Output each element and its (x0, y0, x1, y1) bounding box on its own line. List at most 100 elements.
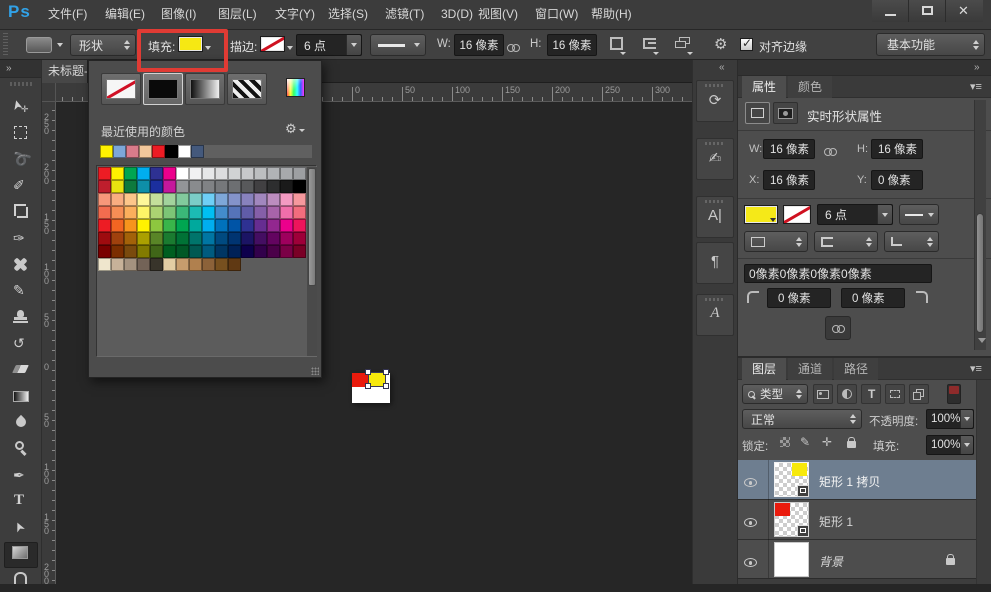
color-swatch[interactable] (137, 232, 150, 245)
color-swatch[interactable] (189, 167, 202, 180)
color-swatch[interactable] (176, 245, 189, 258)
menu-item-1[interactable]: 文件(F) (48, 0, 87, 29)
stroke-style-dropdown[interactable] (370, 34, 426, 56)
color-swatch[interactable] (98, 193, 111, 206)
layer-visibility-toggle[interactable] (744, 474, 760, 486)
color-swatch[interactable] (254, 245, 267, 258)
color-swatch[interactable] (280, 180, 293, 193)
transform-handle[interactable] (365, 369, 371, 375)
opacity-dropdown[interactable]: 100% (926, 409, 974, 429)
dock-collapse-button[interactable]: « (719, 62, 725, 73)
color-swatch[interactable] (124, 193, 137, 206)
character-panel-button[interactable]: A| (696, 196, 734, 238)
blur-tool[interactable] (10, 412, 32, 434)
color-swatch[interactable] (98, 219, 111, 232)
color-swatch[interactable] (189, 245, 202, 258)
color-swatch[interactable] (163, 167, 176, 180)
recent-color-swatch[interactable] (191, 145, 204, 158)
filter-toggle-switch[interactable] (947, 384, 961, 404)
color-swatch[interactable] (150, 245, 163, 258)
character-styles-panel-button[interactable]: A (696, 294, 734, 336)
stroke-corner-dropdown[interactable] (884, 231, 939, 252)
menu-item-5[interactable]: 文字(Y) (275, 0, 315, 29)
panels-collapse-button[interactable]: » (974, 62, 980, 73)
color-swatch[interactable] (280, 219, 293, 232)
layer-thumbnail[interactable] (774, 502, 809, 537)
color-swatch[interactable] (111, 258, 124, 271)
color-swatch[interactable] (111, 193, 124, 206)
color-swatch[interactable] (98, 245, 111, 258)
color-swatch[interactable] (124, 258, 137, 271)
filter-shape-button[interactable] (885, 384, 905, 404)
eraser-tool[interactable] (10, 359, 32, 381)
color-swatch[interactable] (124, 219, 137, 232)
filter-smart-object-button[interactable] (909, 384, 929, 404)
w-field[interactable]: 16 像素 (763, 139, 815, 159)
color-swatch[interactable] (202, 245, 215, 258)
stroke-size-dropdown[interactable] (346, 35, 361, 55)
stroke-align-dropdown[interactable] (814, 231, 878, 252)
color-swatch[interactable] (202, 167, 215, 180)
menu-item-8[interactable]: 3D(D) (441, 0, 473, 29)
fill-type-solid-color-button[interactable] (143, 73, 183, 105)
swatch-scrollbar-thumb[interactable] (308, 168, 316, 286)
color-swatch[interactable] (163, 219, 176, 232)
color-swatch[interactable] (176, 180, 189, 193)
color-swatch[interactable] (254, 193, 267, 206)
fill-opacity-dropdown[interactable]: 100% (926, 435, 974, 455)
color-swatch[interactable] (228, 232, 241, 245)
blend-mode-dropdown[interactable]: 正常 (742, 409, 862, 429)
color-swatch[interactable] (215, 193, 228, 206)
color-swatch[interactable] (124, 245, 137, 258)
color-swatch[interactable] (241, 167, 254, 180)
tab-paths[interactable]: 路径 (834, 358, 878, 380)
color-swatch[interactable] (163, 245, 176, 258)
pen-tool[interactable]: ✒ (10, 465, 32, 487)
color-swatch[interactable] (137, 180, 150, 193)
color-swatch[interactable] (137, 219, 150, 232)
recent-color-swatch[interactable] (113, 145, 126, 158)
color-swatch[interactable] (280, 232, 293, 245)
filter-image-button[interactable] (813, 384, 833, 404)
color-swatch[interactable] (98, 167, 111, 180)
color-swatch[interactable] (254, 232, 267, 245)
layer-thumbnail[interactable] (774, 542, 809, 577)
color-swatch[interactable] (241, 206, 254, 219)
layer-visibility-toggle[interactable] (744, 554, 760, 566)
color-swatch[interactable] (111, 219, 124, 232)
color-swatch[interactable] (163, 258, 176, 271)
corner-radii-summary-field[interactable]: 0像素0像素0像素0像素 (744, 264, 932, 283)
layer-filter-dropdown[interactable]: 类型 (742, 384, 808, 404)
live-shape-button[interactable] (745, 102, 770, 124)
path-arrangement-button[interactable] (672, 35, 696, 57)
layers-menu-icon[interactable]: ▾≡ (970, 362, 982, 375)
maximize-button[interactable] (909, 0, 946, 22)
color-swatch[interactable] (241, 193, 254, 206)
color-swatch[interactable] (163, 232, 176, 245)
width-field[interactable]: 16 像素 (454, 34, 504, 56)
color-swatch[interactable] (150, 206, 163, 219)
lock-pixels-button[interactable]: ✎ (800, 435, 816, 451)
tab-channels[interactable]: 通道 (788, 358, 832, 380)
layer-row[interactable]: 背景 (738, 540, 976, 580)
brush-tool[interactable]: ✎ (10, 280, 32, 302)
color-swatch[interactable] (111, 167, 124, 180)
color-swatch[interactable] (241, 245, 254, 258)
link-wh-icon[interactable] (824, 143, 844, 155)
recent-color-swatch[interactable] (165, 145, 178, 158)
stroke-type-dropdown[interactable] (744, 231, 808, 252)
tab-layers[interactable]: 图层 (742, 358, 786, 380)
dodge-tool[interactable] (10, 438, 32, 460)
layer-row[interactable]: 矩形 1 拷贝 (738, 460, 976, 500)
recent-color-swatch[interactable] (139, 145, 152, 158)
gradient-tool[interactable] (10, 386, 32, 408)
color-swatch[interactable] (267, 206, 280, 219)
color-swatch[interactable] (293, 245, 306, 258)
properties-menu-icon[interactable]: ▾≡ (970, 80, 982, 93)
color-swatch[interactable] (280, 167, 293, 180)
fill-type-pattern-button[interactable] (227, 73, 267, 105)
lock-position-button[interactable]: ✛ (822, 435, 838, 451)
x-field[interactable]: 16 像素 (763, 170, 815, 190)
rectangle-tool[interactable] (10, 544, 32, 566)
color-swatch[interactable] (189, 180, 202, 193)
